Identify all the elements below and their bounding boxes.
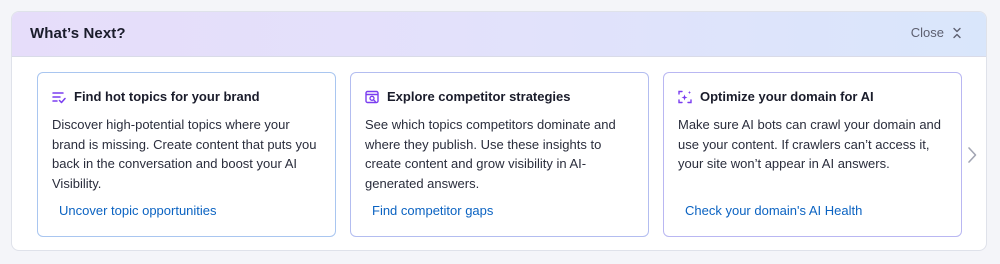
list-check-icon: [52, 91, 66, 103]
card-description: See which topics competitors dominate an…: [365, 117, 616, 191]
card-optimize-domain: Optimize your domain for AI Make sure AI…: [663, 72, 962, 237]
card-header: Optimize your domain for AI: [678, 89, 874, 104]
chevron-right-icon[interactable]: [966, 146, 978, 164]
uncover-topic-opportunities-link[interactable]: Uncover topic opportunities: [59, 203, 217, 218]
check-domain-ai-health-link[interactable]: Check your domain's AI Health: [685, 203, 862, 218]
card-header: Explore competitor strategies: [365, 89, 571, 104]
card-title: Find hot topics for your brand: [74, 89, 260, 104]
whats-next-panel: What’s Next? Close Find hot topics for y…: [11, 11, 987, 251]
panel-title: What’s Next?: [30, 25, 126, 42]
collapse-chevrons-icon: [953, 27, 961, 38]
card-header: Find hot topics for your brand: [52, 89, 260, 104]
card-description: Make sure AI bots can crawl your domain …: [678, 117, 942, 171]
card-hot-topics: Find hot topics for your brand Discover …: [37, 72, 336, 237]
ai-sparkle-frame-icon: [678, 90, 692, 103]
card-competitor-strategies: Explore competitor strategies See which …: [350, 72, 649, 237]
close-label: Close: [910, 25, 944, 40]
card-title: Optimize your domain for AI: [700, 89, 874, 104]
close-button[interactable]: Close: [911, 25, 962, 40]
panel-header: What’s Next? Close: [12, 12, 986, 57]
card-description: Discover high-potential topics where you…: [52, 117, 317, 191]
card-title: Explore competitor strategies: [387, 89, 571, 104]
search-window-icon: [365, 90, 379, 103]
find-competitor-gaps-link[interactable]: Find competitor gaps: [372, 203, 493, 218]
